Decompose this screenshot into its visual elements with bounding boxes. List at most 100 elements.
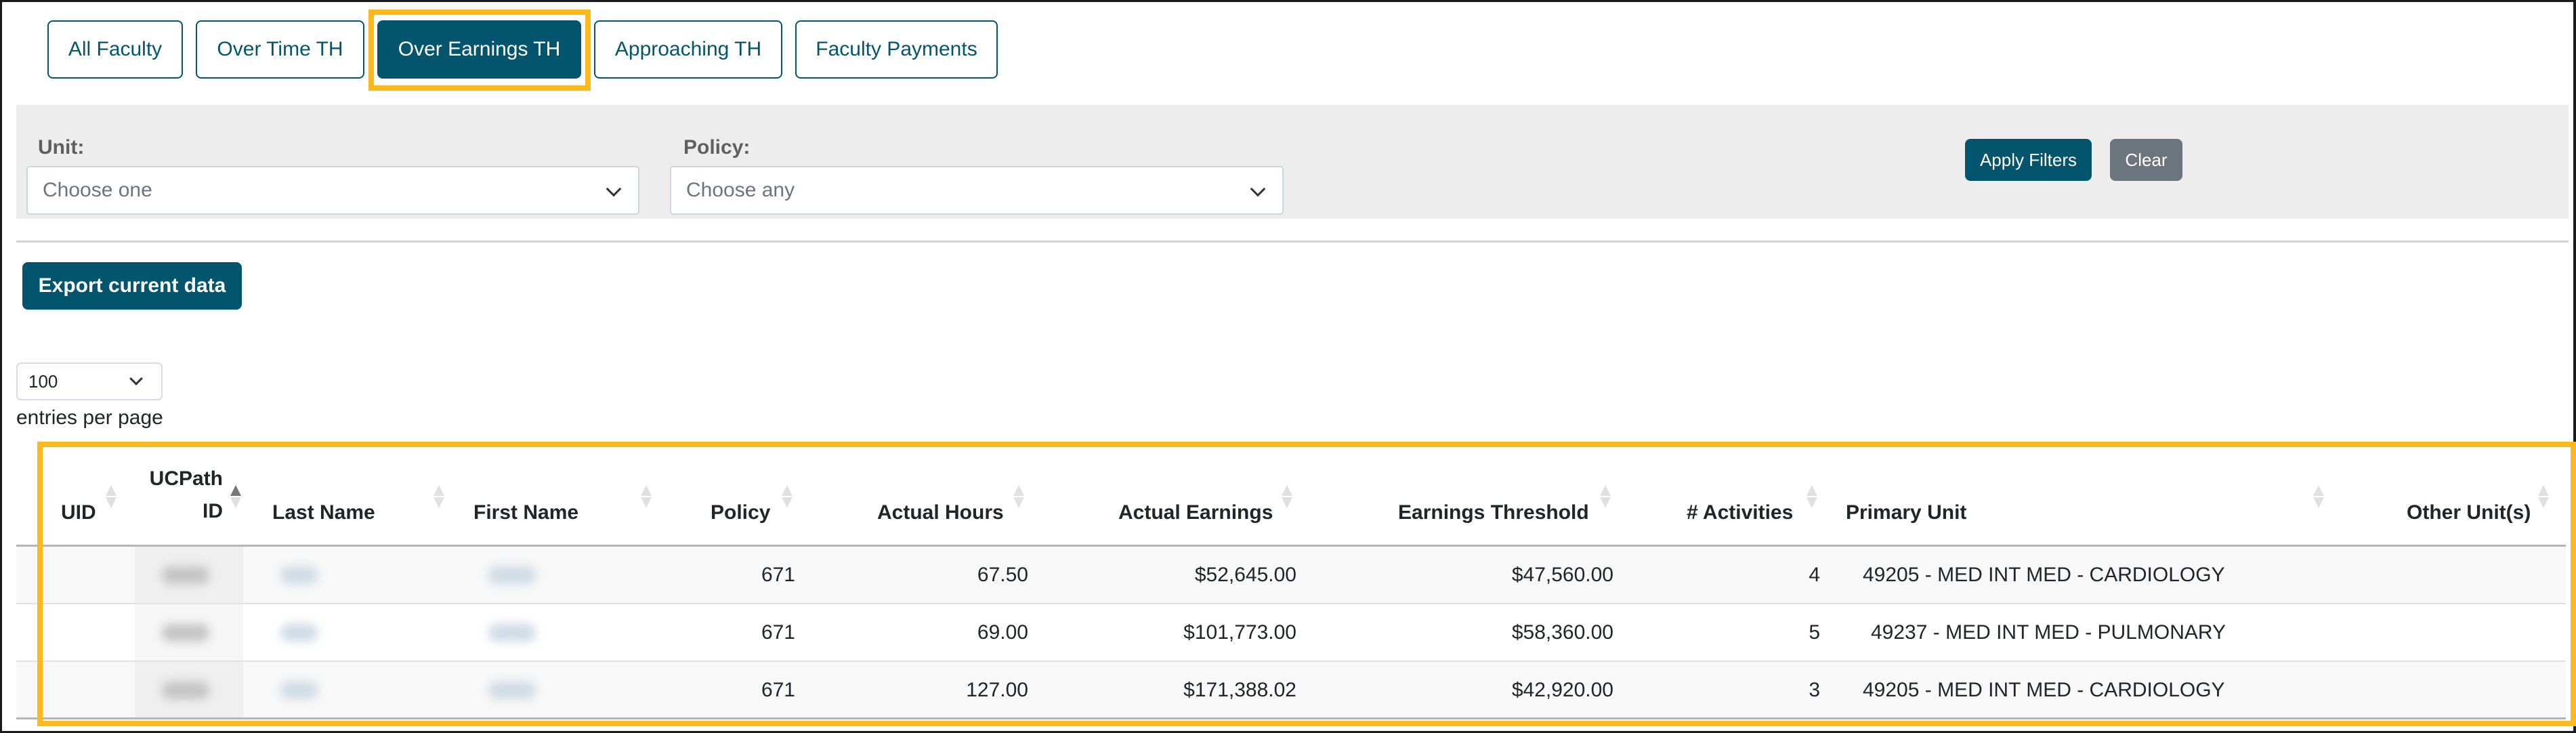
tab-faculty-payments[interactable]: Faculty Payments: [795, 20, 998, 79]
column-header-last-name[interactable]: Last Name: [272, 501, 375, 524]
cell-other-units: [2353, 604, 2550, 661]
chevron-down-icon: [129, 372, 143, 385]
cell-first-name[interactable]: [473, 662, 622, 718]
unit-label: Unit:: [38, 136, 85, 159]
policy-select-value: Choose any: [686, 179, 795, 201]
cell-primary-unit: 49205 - MED INT MED - CARDIOLOGY: [1863, 678, 2225, 701]
sort-icon[interactable]: [1600, 485, 1611, 508]
column-header-ucpath-id[interactable]: UCPath ID: [148, 467, 223, 523]
table-row[interactable]: 671 67.50 $52,645.00 $47,560.00 4 49205 …: [16, 547, 2566, 604]
cell-first-name[interactable]: [473, 604, 622, 661]
cell-earnings-threshold: $42,920.00: [1511, 678, 1613, 701]
column-label: Policy: [711, 501, 771, 524]
tab-all-faculty[interactable]: All Faculty: [47, 20, 183, 79]
cell-activities: 4: [1809, 563, 1820, 586]
policy-label: Policy:: [683, 136, 751, 159]
redacted-first-name-link[interactable]: [488, 681, 536, 699]
column-label: Actual Hours: [877, 501, 1004, 524]
cell-other-units: [2353, 547, 2550, 603]
clear-button[interactable]: Clear: [2110, 139, 2182, 181]
cell-actual-earnings: $171,388.02: [1183, 678, 1296, 701]
column-label: Earnings Threshold: [1398, 501, 1589, 524]
cell-uid: [23, 547, 104, 603]
cell-actual-hours: 67.50: [977, 563, 1028, 586]
column-label: Actual Earnings: [1118, 501, 1273, 524]
redacted-ucpath-id: [162, 566, 209, 584]
chevron-down-icon: [606, 181, 622, 197]
redacted-ucpath-id: [162, 681, 209, 699]
column-header-activities[interactable]: # Activities: [1687, 501, 1793, 524]
sort-icon[interactable]: [106, 485, 117, 508]
redacted-last-name-link[interactable]: [280, 681, 318, 699]
cell-primary-unit: 49205 - MED INT MED - CARDIOLOGY: [1863, 563, 2225, 586]
column-header-policy[interactable]: Policy: [711, 501, 770, 524]
table-row[interactable]: 671 127.00 $171,388.02 $42,920.00 3 4920…: [16, 662, 2566, 719]
column-label-line1: UCPath: [149, 467, 223, 490]
sort-icon[interactable]: [2313, 485, 2324, 508]
sort-icon[interactable]: [1013, 485, 1024, 508]
cell-actual-earnings: $101,773.00: [1183, 621, 1296, 644]
cell-earnings-threshold: $47,560.00: [1511, 563, 1613, 586]
sort-icon[interactable]: [1807, 485, 1817, 508]
table-header: UID UCPath ID Last Name First Name Polic…: [16, 447, 2566, 547]
column-label: Primary Unit: [1846, 501, 1967, 524]
cell-last-name[interactable]: [272, 662, 408, 718]
cell-ucpath-id: [148, 547, 236, 603]
redacted-first-name-link[interactable]: [488, 623, 536, 642]
sort-icon[interactable]: [2538, 485, 2549, 508]
unit-select[interactable]: Choose one: [26, 166, 639, 215]
cell-activities: 5: [1809, 621, 1820, 644]
entries-per-page-select[interactable]: 100: [16, 362, 163, 400]
cell-ucpath-id: [148, 604, 236, 661]
column-label: UID: [61, 501, 96, 524]
column-header-first-name[interactable]: First Name: [473, 501, 578, 524]
column-header-primary-unit[interactable]: Primary Unit: [1846, 501, 1966, 524]
unit-select-value: Choose one: [43, 179, 152, 201]
column-header-earnings-threshold[interactable]: Earnings Threshold: [1398, 501, 1589, 524]
column-label: First Name: [473, 501, 579, 524]
redacted-ucpath-id: [162, 623, 209, 642]
cell-last-name[interactable]: [272, 604, 408, 661]
entries-per-page-label: entries per page: [16, 406, 163, 429]
column-header-other-units[interactable]: Other Unit(s): [2407, 501, 2531, 524]
faculty-table: UID UCPath ID Last Name First Name Polic…: [16, 447, 2566, 719]
cell-actual-hours: 127.00: [966, 678, 1028, 701]
chevron-down-icon: [1250, 181, 1266, 197]
cell-actual-earnings: $52,645.00: [1194, 563, 1296, 586]
table-body: 671 67.50 $52,645.00 $47,560.00 4 49205 …: [16, 547, 2566, 719]
column-label: Last Name: [272, 501, 375, 524]
cell-uid: [23, 604, 104, 661]
column-label: Other Unit(s): [2407, 501, 2531, 524]
filter-panel: Unit: Choose one Policy: Choose any Appl…: [16, 105, 2569, 219]
sort-icon[interactable]: [641, 485, 652, 508]
cell-other-units: [2353, 662, 2550, 718]
cell-primary-unit: 49237 - MED INT MED - PULMONARY: [1871, 621, 2226, 644]
cell-uid: [23, 662, 104, 718]
cell-first-name[interactable]: [473, 547, 622, 603]
redacted-first-name-link[interactable]: [488, 566, 536, 584]
cell-activities: 3: [1809, 678, 1820, 701]
table-row[interactable]: 671 69.00 $101,773.00 $58,360.00 5 49237…: [16, 604, 2566, 662]
sort-icon[interactable]: [1282, 485, 1292, 508]
tab-approaching-th[interactable]: Approaching TH: [594, 20, 782, 79]
cell-last-name[interactable]: [272, 547, 408, 603]
cell-policy: 671: [761, 621, 795, 644]
entries-value: 100: [28, 371, 58, 392]
sort-icon[interactable]: [434, 485, 444, 508]
apply-filters-button[interactable]: Apply Filters: [1965, 139, 2092, 181]
policy-select[interactable]: Choose any: [670, 166, 1284, 215]
cell-ucpath-id: [148, 662, 236, 718]
column-header-actual-hours[interactable]: Actual Hours: [877, 501, 1004, 524]
redacted-last-name-link[interactable]: [280, 566, 318, 584]
sort-icon[interactable]: [782, 485, 793, 508]
divider: [16, 240, 2569, 243]
cell-policy: 671: [761, 563, 795, 586]
tab-over-earnings-th[interactable]: Over Earnings TH: [377, 20, 581, 79]
column-header-actual-earnings[interactable]: Actual Earnings: [1118, 501, 1273, 524]
column-label: # Activities: [1687, 501, 1794, 524]
sort-ascending-icon[interactable]: [230, 485, 241, 508]
column-header-uid[interactable]: UID: [61, 501, 96, 524]
export-button[interactable]: Export current data: [22, 262, 242, 310]
redacted-last-name-link[interactable]: [280, 623, 318, 642]
tab-over-time-th[interactable]: Over Time TH: [196, 20, 364, 79]
